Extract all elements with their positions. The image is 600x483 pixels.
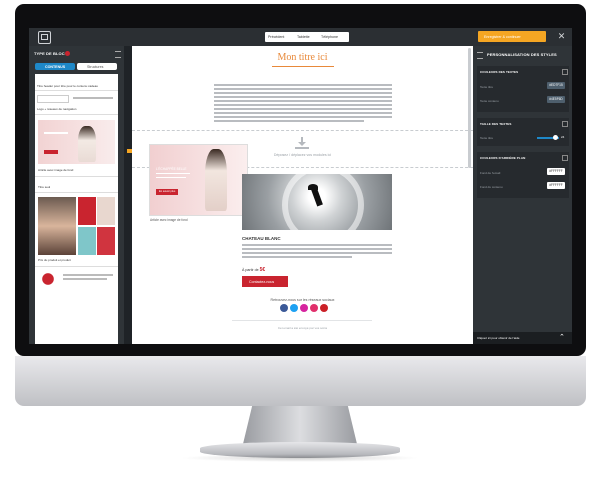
style-section-text-size: TAILLE DES TEXTES Texte titre 24 xyxy=(477,118,569,146)
price-label: À partir de xyxy=(242,268,260,272)
row-label: Texte titre xyxy=(480,85,494,89)
tab-structures[interactable]: Structures xyxy=(77,63,117,70)
footer-text: Cet email a été envoyé par vos soins xyxy=(277,326,328,330)
section-title[interactable]: CHATEAU BLANC xyxy=(242,236,281,241)
block-item-label: Article avec image de fond xyxy=(38,168,74,172)
left-panel-title: TYPE DE BLOC xyxy=(34,51,65,56)
pinterest-icon[interactable] xyxy=(320,304,328,312)
style-section-text-colors: COULEURS DES TEXTES Texte titre #ED7F15 … xyxy=(477,66,569,112)
help-bar[interactable]: Cliquez ici pour obtenir de l'aide ⌃ xyxy=(473,332,572,344)
title-size-value: 24 xyxy=(561,135,565,139)
article-thumbnail xyxy=(38,120,115,164)
top-toolbar: Précédent Tablette Téléphone Enregistrer… xyxy=(29,28,572,46)
dragged-block-preview[interactable]: L'ÉCHAPPÉE BELLE En savoir plus xyxy=(149,144,248,216)
menu-icon[interactable] xyxy=(115,51,121,58)
cta-button-label: Contactez-nous xyxy=(249,279,275,284)
title-size-slider[interactable] xyxy=(537,135,559,140)
undo-button[interactable]: Précédent xyxy=(268,35,284,39)
block-item-article[interactable]: Article avec image de fond xyxy=(35,116,118,177)
block-item-product[interactable]: Prix du produit et produit xyxy=(35,194,118,267)
help-text: Cliquez ici pour obtenir de l'aide xyxy=(477,336,520,340)
tablet-view-button[interactable]: Tablette xyxy=(297,35,310,39)
block-list: Titre header pour titre pour le contenu … xyxy=(35,74,118,344)
screen: Précédent Tablette Téléphone Enregistrer… xyxy=(29,28,572,344)
mobile-view-button[interactable]: Téléphone xyxy=(321,35,338,39)
section-title: TAILLE DES TEXTES xyxy=(480,122,512,126)
block-item-label: Logo + réseaux de navigation xyxy=(37,107,77,111)
save-button[interactable]: Enregistrer & continuer xyxy=(478,31,546,42)
content-bg-color-input[interactable]: #FFFFFF xyxy=(547,182,565,189)
intro-paragraph xyxy=(132,46,473,126)
monitor-shadow xyxy=(180,454,420,462)
section-menu-icon[interactable] xyxy=(562,155,568,161)
tab-contenus-label: CONTENUS xyxy=(45,64,66,69)
block-item-title[interactable]: Titre seul xyxy=(35,178,118,193)
block-item-red-shoes[interactable] xyxy=(35,268,118,296)
style-section-bg-colors: COULEURS D'ARRIÈRE PLAN Fond de l'email … xyxy=(477,152,569,198)
twitter-icon[interactable] xyxy=(290,304,298,312)
cta-button[interactable]: Contactez-nous xyxy=(242,276,288,287)
right-panel: PERSONNALISATION DES STYLES COULEURS DES… xyxy=(473,46,572,344)
close-icon[interactable]: ✕ xyxy=(557,32,566,41)
preview-title: L'ÉCHAPPÉE BELLE xyxy=(156,167,187,171)
block-item-label: Prix du produit et produit xyxy=(38,258,71,262)
tab-contenus[interactable]: CONTENUS xyxy=(35,63,75,70)
content-color-input[interactable]: #4E5F6D xyxy=(547,96,565,103)
row-label: Fond du contenu xyxy=(480,185,503,189)
menu-icon[interactable] xyxy=(477,52,483,59)
section-title: COULEURS DES TEXTES xyxy=(480,70,519,74)
facebook-icon[interactable] xyxy=(280,304,288,312)
row-label: Fond de l'email xyxy=(480,171,501,175)
canvas-scrollbar[interactable] xyxy=(468,48,471,168)
block-item-label: Titre seul xyxy=(38,185,51,189)
section-menu-icon[interactable] xyxy=(562,121,568,127)
save-button-label: Enregistrer & continuer xyxy=(484,34,521,39)
monitor-stand-neck xyxy=(243,406,357,444)
preview-caption: Article avec image de fond xyxy=(150,218,188,222)
monitor-chin xyxy=(15,356,586,406)
price-line: À partir de 5€ xyxy=(242,267,266,273)
view-switcher: Précédent Tablette Téléphone xyxy=(265,32,349,42)
block-item-header[interactable]: Titre header pour titre pour le contenu … xyxy=(35,74,118,91)
instagram-icon[interactable] xyxy=(300,304,308,312)
left-panel: TYPE DE BLOC CONTENUS Structures Titre h… xyxy=(29,46,124,344)
preview-button-label: En savoir plus xyxy=(159,190,176,193)
email-bg-color-input[interactable]: #FFFFFF xyxy=(547,168,565,175)
section-title: COULEURS D'ARRIÈRE PLAN xyxy=(480,156,526,160)
chevron-up-icon[interactable]: ⌃ xyxy=(559,333,565,343)
hero-image xyxy=(242,174,392,230)
tab-structures-label: Structures xyxy=(87,64,104,69)
block-item-logo-nav[interactable]: Logo + réseaux de navigation xyxy=(35,92,118,115)
social-icons xyxy=(280,304,328,312)
help-badge[interactable] xyxy=(65,51,70,56)
social-text: Retrouvez-nous sur les réseaux sociaux xyxy=(270,298,335,302)
title-color-input[interactable]: #ED7F15 xyxy=(547,82,565,89)
upload-icon xyxy=(295,137,309,149)
block-item-label: Titre header pour titre pour le contenu … xyxy=(37,84,98,88)
price-value: 5€ xyxy=(259,267,266,273)
right-panel-title: PERSONNALISATION DES STYLES xyxy=(487,52,557,57)
youtube-icon[interactable] xyxy=(310,304,318,312)
section-menu-icon[interactable] xyxy=(562,69,568,75)
editor-canvas: Mon titre ici Déposez / déplacez vos mod… xyxy=(132,46,473,344)
logo-icon[interactable] xyxy=(38,31,51,44)
row-label: Texte titre xyxy=(480,136,494,140)
row-label: Texte contenu xyxy=(480,99,499,103)
